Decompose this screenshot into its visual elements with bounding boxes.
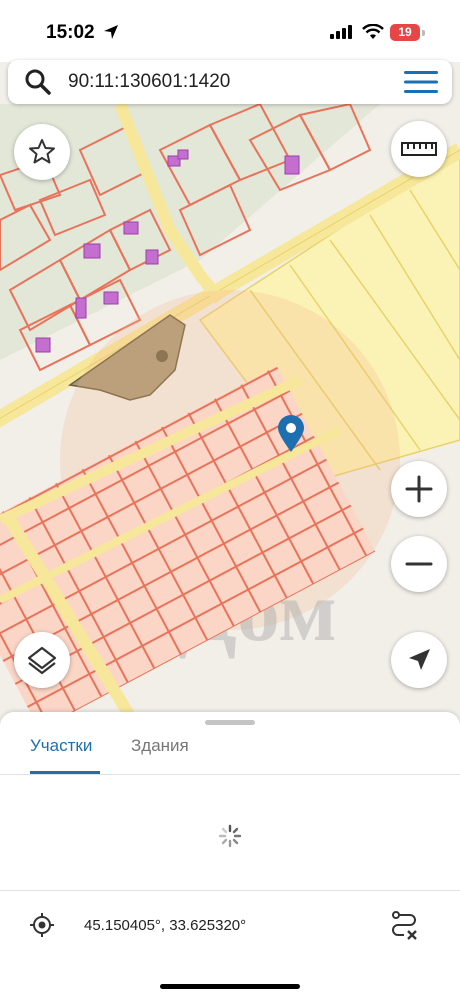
- status-bar: 15:02 19: [0, 0, 460, 62]
- plus-icon: [405, 475, 433, 503]
- route-icon[interactable]: [388, 909, 420, 941]
- layers-button[interactable]: [14, 632, 70, 688]
- home-indicator: [160, 984, 300, 989]
- loading-spinner-icon: [218, 824, 242, 848]
- tab-parcels[interactable]: Участки: [30, 736, 92, 756]
- active-tab-indicator: [30, 771, 100, 774]
- zoom-in-button[interactable]: [391, 461, 447, 517]
- map-view[interactable]: ингиДом: [0, 104, 460, 716]
- coordinates-row: 45.150405°, 33.625320°: [0, 890, 460, 961]
- minus-icon: [405, 562, 433, 566]
- hamburger-menu-icon[interactable]: [404, 70, 438, 94]
- battery-tip: [422, 30, 425, 36]
- crosshair-target-icon[interactable]: [30, 913, 54, 937]
- coordinates-text: 45.150405°, 33.625320°: [84, 917, 247, 934]
- layers-icon: [27, 646, 57, 675]
- battery-icon: 19: [390, 24, 420, 41]
- sheet-tabs: Участки Здания: [0, 732, 460, 775]
- search-bar[interactable]: 90:11:130601:1420: [8, 60, 452, 104]
- navigation-arrow-icon: [409, 649, 430, 670]
- battery-level: 19: [398, 25, 412, 39]
- search-input[interactable]: 90:11:130601:1420: [68, 71, 230, 93]
- ruler-button[interactable]: [391, 121, 447, 177]
- wifi-icon: [362, 24, 384, 39]
- favorite-button[interactable]: [14, 124, 70, 180]
- location-arrow-icon: [104, 25, 118, 39]
- signal-icon: [330, 25, 352, 39]
- zoom-out-button[interactable]: [391, 536, 447, 592]
- tab-buildings[interactable]: Здания: [131, 736, 189, 756]
- status-time: 15:02: [46, 22, 95, 43]
- search-icon[interactable]: [24, 68, 52, 96]
- ruler-icon: [401, 142, 437, 156]
- sheet-drag-handle[interactable]: [205, 720, 255, 725]
- bottom-sheet: Участки Здания 45.150405°, 33.625320°: [0, 712, 460, 1000]
- star-icon: [29, 139, 55, 164]
- locate-button[interactable]: [391, 632, 447, 688]
